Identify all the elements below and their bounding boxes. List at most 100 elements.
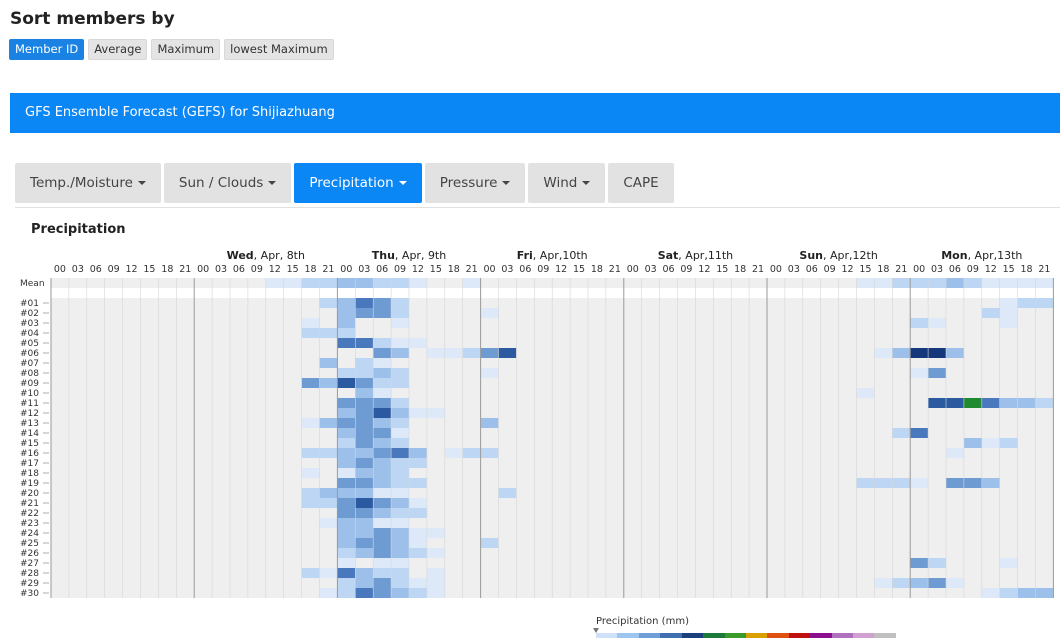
tab-cape[interactable]: CAPE [608, 163, 674, 203]
legend-swatch-10 [810, 633, 832, 638]
sort-lowest-maximum-button[interactable]: lowest Maximum [224, 39, 334, 60]
hour-tick-label: 15 [143, 264, 155, 275]
hour-tick-label: 06 [663, 264, 675, 275]
heatmap-cell [355, 478, 374, 488]
heatmap-cell [391, 428, 409, 438]
tab-wind[interactable]: Wind [528, 163, 606, 203]
day-label: Mon, Apr,13th [941, 249, 1022, 262]
hour-tick-label: 12 [842, 264, 854, 275]
hour-tick-label: 03 [645, 264, 657, 275]
sort-average-button[interactable]: Average [88, 39, 148, 60]
row-label: #21 [20, 499, 39, 509]
heatmap-cell [391, 278, 409, 288]
hour-tick-label: 12 [555, 264, 567, 275]
heatmap-cell [337, 528, 356, 538]
heatmap-cell [946, 348, 964, 358]
heatmap-cell [337, 318, 356, 328]
heatmap-cell [981, 438, 1000, 448]
sort-member-id-button[interactable]: Member ID [9, 39, 85, 60]
hour-tick-label: 15 [287, 264, 299, 275]
heatmap-cell [963, 478, 982, 488]
precipitation-heatmap: 00 03 06 09 12 15 18 21 00 03 06 09 12 15 18 21 00 03 06 09… [20, 249, 1054, 599]
row-label: #02 [20, 309, 39, 319]
heatmap-cell [999, 308, 1018, 318]
hour-tick-label: 21 [752, 264, 764, 275]
heatmap-cell [301, 448, 320, 458]
heatmap-cell [355, 398, 374, 408]
heatmap-cell [391, 318, 409, 328]
hour-tick-label: 00 [770, 264, 782, 275]
row-label: #07 [20, 359, 39, 369]
heatmap-cell [319, 588, 338, 598]
row-label: #05 [20, 339, 39, 349]
hour-tick-label: 18 [161, 264, 173, 275]
heatmap-cell [910, 278, 929, 288]
heatmap-cell [391, 548, 409, 558]
heatmap-cell [355, 468, 374, 478]
heatmap-cell [319, 358, 338, 368]
hour-tick-label: 12 [126, 264, 138, 275]
tab-label: CAPE [623, 175, 659, 191]
heatmap-cell [981, 308, 1000, 318]
heatmap-cell [426, 548, 445, 558]
row-label: #03 [20, 319, 39, 329]
tab-sun-clouds[interactable]: Sun / Clouds [163, 163, 292, 203]
heatmap-cell [337, 478, 356, 488]
hour-tick-label: 18 [734, 264, 746, 275]
heatmap-cell [910, 318, 929, 328]
caret-down-icon [137, 181, 146, 185]
heatmap-cell [301, 568, 320, 578]
heatmap-cell [946, 398, 964, 408]
day-label: Thu, Apr, 9th [372, 249, 446, 262]
heatmap-cell [1035, 398, 1054, 408]
heatmap-cell [426, 578, 445, 588]
heatmap-cell [963, 278, 982, 288]
heatmap-cell [999, 298, 1018, 308]
hour-tick-label: 21 [179, 264, 191, 275]
sort-maximum-button[interactable]: Maximum [151, 39, 221, 60]
forecast-banner: GFS Ensemble Forecast (GEFS) for Shijiaz… [10, 93, 1060, 133]
tab-temp-moisture[interactable]: Temp./Moisture [15, 163, 161, 203]
heatmap-cell [337, 418, 356, 428]
heatmap-cell [355, 448, 374, 458]
heatmap-cell [409, 498, 427, 508]
heatmap-cell [373, 518, 392, 528]
heatmap-cell [462, 448, 481, 458]
heatmap-cell [373, 458, 392, 468]
heatmap-cell [391, 468, 409, 478]
row-label: #01 [20, 299, 39, 309]
hour-tick-label: 06 [376, 264, 388, 275]
heatmap-cell [892, 478, 911, 488]
heatmap-cell [319, 278, 338, 288]
row-label: #17 [20, 459, 39, 469]
heatmap-cell [373, 398, 392, 408]
row-label: #06 [20, 349, 39, 359]
legend-swatch-9 [788, 633, 811, 638]
heatmap-cell [391, 568, 409, 578]
heatmap-cell [892, 428, 911, 438]
tab-pressure[interactable]: Pressure [424, 163, 526, 203]
heatmap-cell [337, 328, 356, 338]
heatmap-cell [391, 368, 409, 378]
tab-label: Pressure [439, 175, 498, 191]
section-title: Precipitation [31, 222, 126, 237]
heatmap-cell [373, 438, 392, 448]
hour-tick-label: 15 [1003, 264, 1015, 275]
tab-precipitation[interactable]: Precipitation [294, 163, 422, 203]
heatmap-cell [981, 478, 1000, 488]
heatmap-cell [391, 438, 409, 448]
heatmap-cell [355, 488, 374, 498]
heatmap-cell [874, 278, 893, 288]
heatmap-cell [946, 278, 964, 288]
hour-tick-label: 00 [913, 264, 925, 275]
heatmap-cell [373, 548, 392, 558]
heatmap-cell [874, 478, 893, 488]
heatmap-cell [337, 538, 356, 548]
hour-tick-label: 12 [269, 264, 281, 275]
heatmap-cell [946, 448, 964, 458]
row-label: #10 [20, 389, 39, 399]
hour-tick-label: 18 [1021, 264, 1033, 275]
heatmap-cell [426, 528, 445, 538]
heatmap-cell [337, 408, 356, 418]
heatmap-cell [444, 448, 463, 458]
